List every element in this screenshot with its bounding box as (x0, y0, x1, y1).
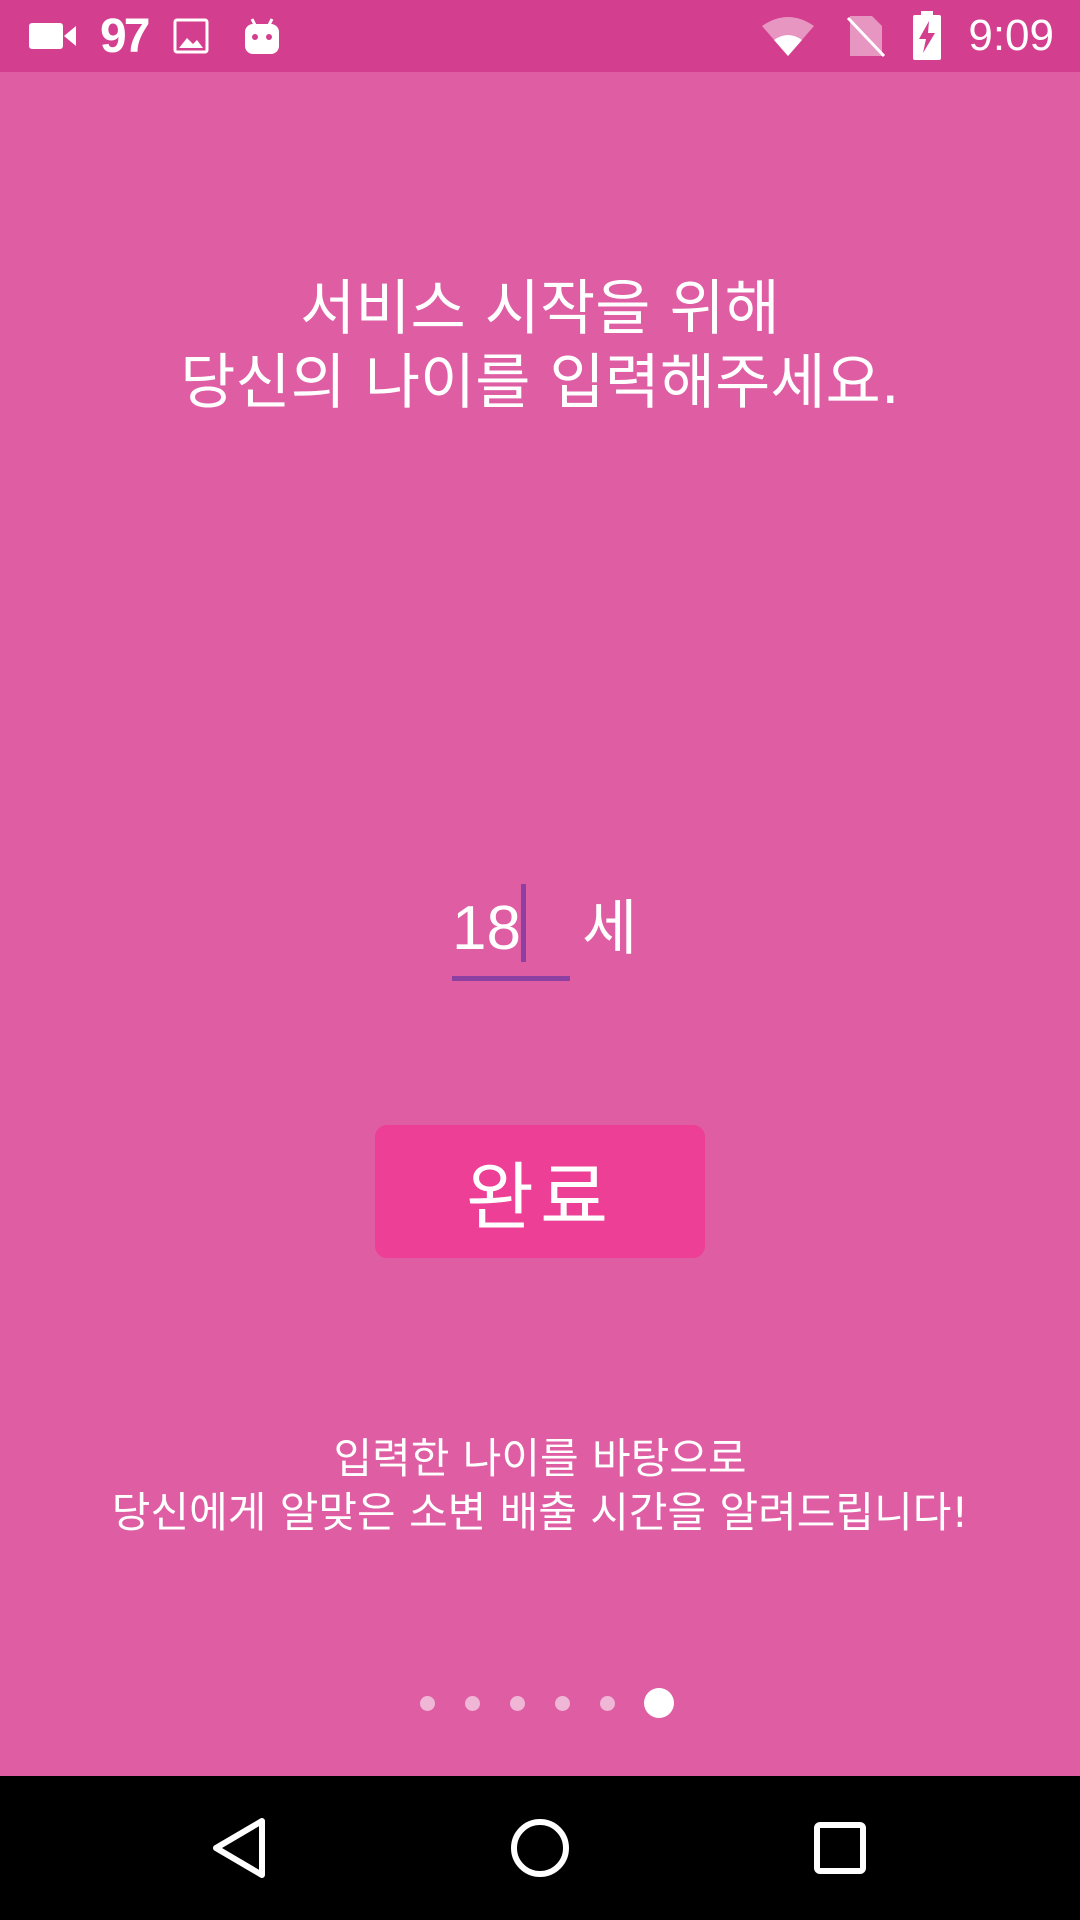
navigation-bar (0, 1776, 1080, 1920)
home-icon[interactable] (495, 1803, 585, 1893)
status-bar-left: 97 (28, 0, 281, 72)
page-dot (599, 1696, 615, 1711)
page-dot-active (644, 1688, 674, 1718)
no-sim-icon (846, 14, 886, 58)
age-unit-label: 세 (582, 894, 638, 964)
description-line-1: 입력한 나이를 바탕으로 (333, 1434, 747, 1483)
wifi-icon (760, 14, 816, 58)
clock: 9:09 (968, 11, 1054, 60)
recents-icon[interactable] (795, 1803, 885, 1893)
headline: 서비스 시작을 위해 당신의 나이를 입력해주세요. (0, 272, 1080, 420)
page-dot (554, 1696, 570, 1711)
age-input-value: 18 (452, 894, 521, 963)
battery-charging-icon (912, 11, 942, 61)
headline-line-1: 서비스 시작을 위해 (300, 274, 780, 344)
age-input-field[interactable]: 18 (452, 880, 570, 981)
page-dot (419, 1696, 435, 1711)
description-line-2: 당신에게 알맞은 소변 배출 시간을 알려드립니다! (111, 1488, 969, 1537)
status-bar: 97 9:09 (0, 0, 1080, 72)
age-input-row: 18 세 (0, 880, 1080, 990)
android-icon (243, 15, 281, 57)
text-cursor (521, 884, 526, 962)
description-text: 입력한 나이를 바탕으로 당신에게 알맞은 소변 배출 시간을 알려드립니다! (0, 1432, 1080, 1540)
done-button[interactable]: 완료 (375, 1125, 705, 1258)
headline-line-2: 당신의 나이를 입력해주세요. (180, 348, 900, 418)
notification-count: 97 (100, 9, 150, 63)
video-camera-icon (28, 21, 78, 51)
image-icon (173, 18, 209, 54)
page-dot (509, 1696, 525, 1711)
page-indicator (0, 1688, 1080, 1718)
page-dot (464, 1696, 480, 1711)
status-bar-right: 9:09 (760, 0, 1054, 72)
back-icon[interactable] (195, 1803, 285, 1893)
